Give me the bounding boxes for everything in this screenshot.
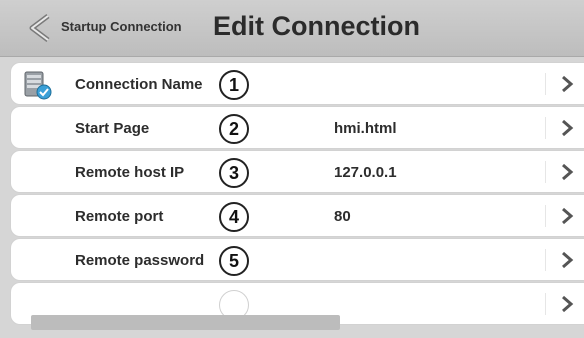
header-bar: Startup Connection Edit Connection bbox=[0, 0, 584, 57]
callout-number: 2 bbox=[219, 114, 249, 144]
horizontal-scrollbar[interactable] bbox=[31, 315, 340, 330]
row-remote-password[interactable]: Remote password 5 bbox=[10, 238, 584, 281]
divider bbox=[545, 249, 546, 271]
database-connection-icon bbox=[24, 71, 52, 100]
remote-password-label: Remote password bbox=[75, 252, 205, 269]
row-connection-name[interactable]: Connection Name 1 bbox=[10, 62, 584, 105]
connection-name-label: Connection Name bbox=[75, 76, 203, 93]
callout-number: 5 bbox=[219, 246, 249, 276]
row-start-page[interactable]: Start Page 2 hmi.html bbox=[10, 106, 584, 149]
breadcrumb[interactable]: Startup Connection bbox=[61, 19, 182, 34]
row-remote-port[interactable]: Remote port 4 80 bbox=[10, 194, 584, 237]
divider bbox=[545, 117, 546, 139]
divider bbox=[545, 73, 546, 95]
callout-number: 3 bbox=[219, 158, 249, 188]
divider bbox=[545, 161, 546, 183]
divider bbox=[545, 293, 546, 315]
callout-number: 1 bbox=[219, 70, 249, 100]
remote-port-value: 80 bbox=[334, 208, 351, 225]
chevron-right-icon[interactable] bbox=[560, 205, 574, 227]
chevron-right-icon[interactable] bbox=[560, 117, 574, 139]
remote-host-ip-label: Remote host IP bbox=[75, 164, 185, 181]
chevron-right-icon[interactable] bbox=[560, 249, 574, 271]
remote-host-ip-value: 127.0.0.1 bbox=[334, 164, 397, 181]
start-page-value: hmi.html bbox=[334, 120, 397, 137]
remote-port-label: Remote port bbox=[75, 208, 164, 225]
chevron-right-icon[interactable] bbox=[560, 73, 574, 95]
page-title: Edit Connection bbox=[213, 11, 420, 41]
chevron-right-icon[interactable] bbox=[560, 293, 574, 315]
callout-number: 4 bbox=[219, 202, 249, 232]
divider bbox=[545, 205, 546, 227]
back-chevron-icon[interactable] bbox=[26, 13, 54, 43]
start-page-label: Start Page bbox=[75, 120, 150, 137]
chevron-right-icon[interactable] bbox=[560, 161, 574, 183]
row-remote-host-ip[interactable]: Remote host IP 3 127.0.0.1 bbox=[10, 150, 584, 193]
